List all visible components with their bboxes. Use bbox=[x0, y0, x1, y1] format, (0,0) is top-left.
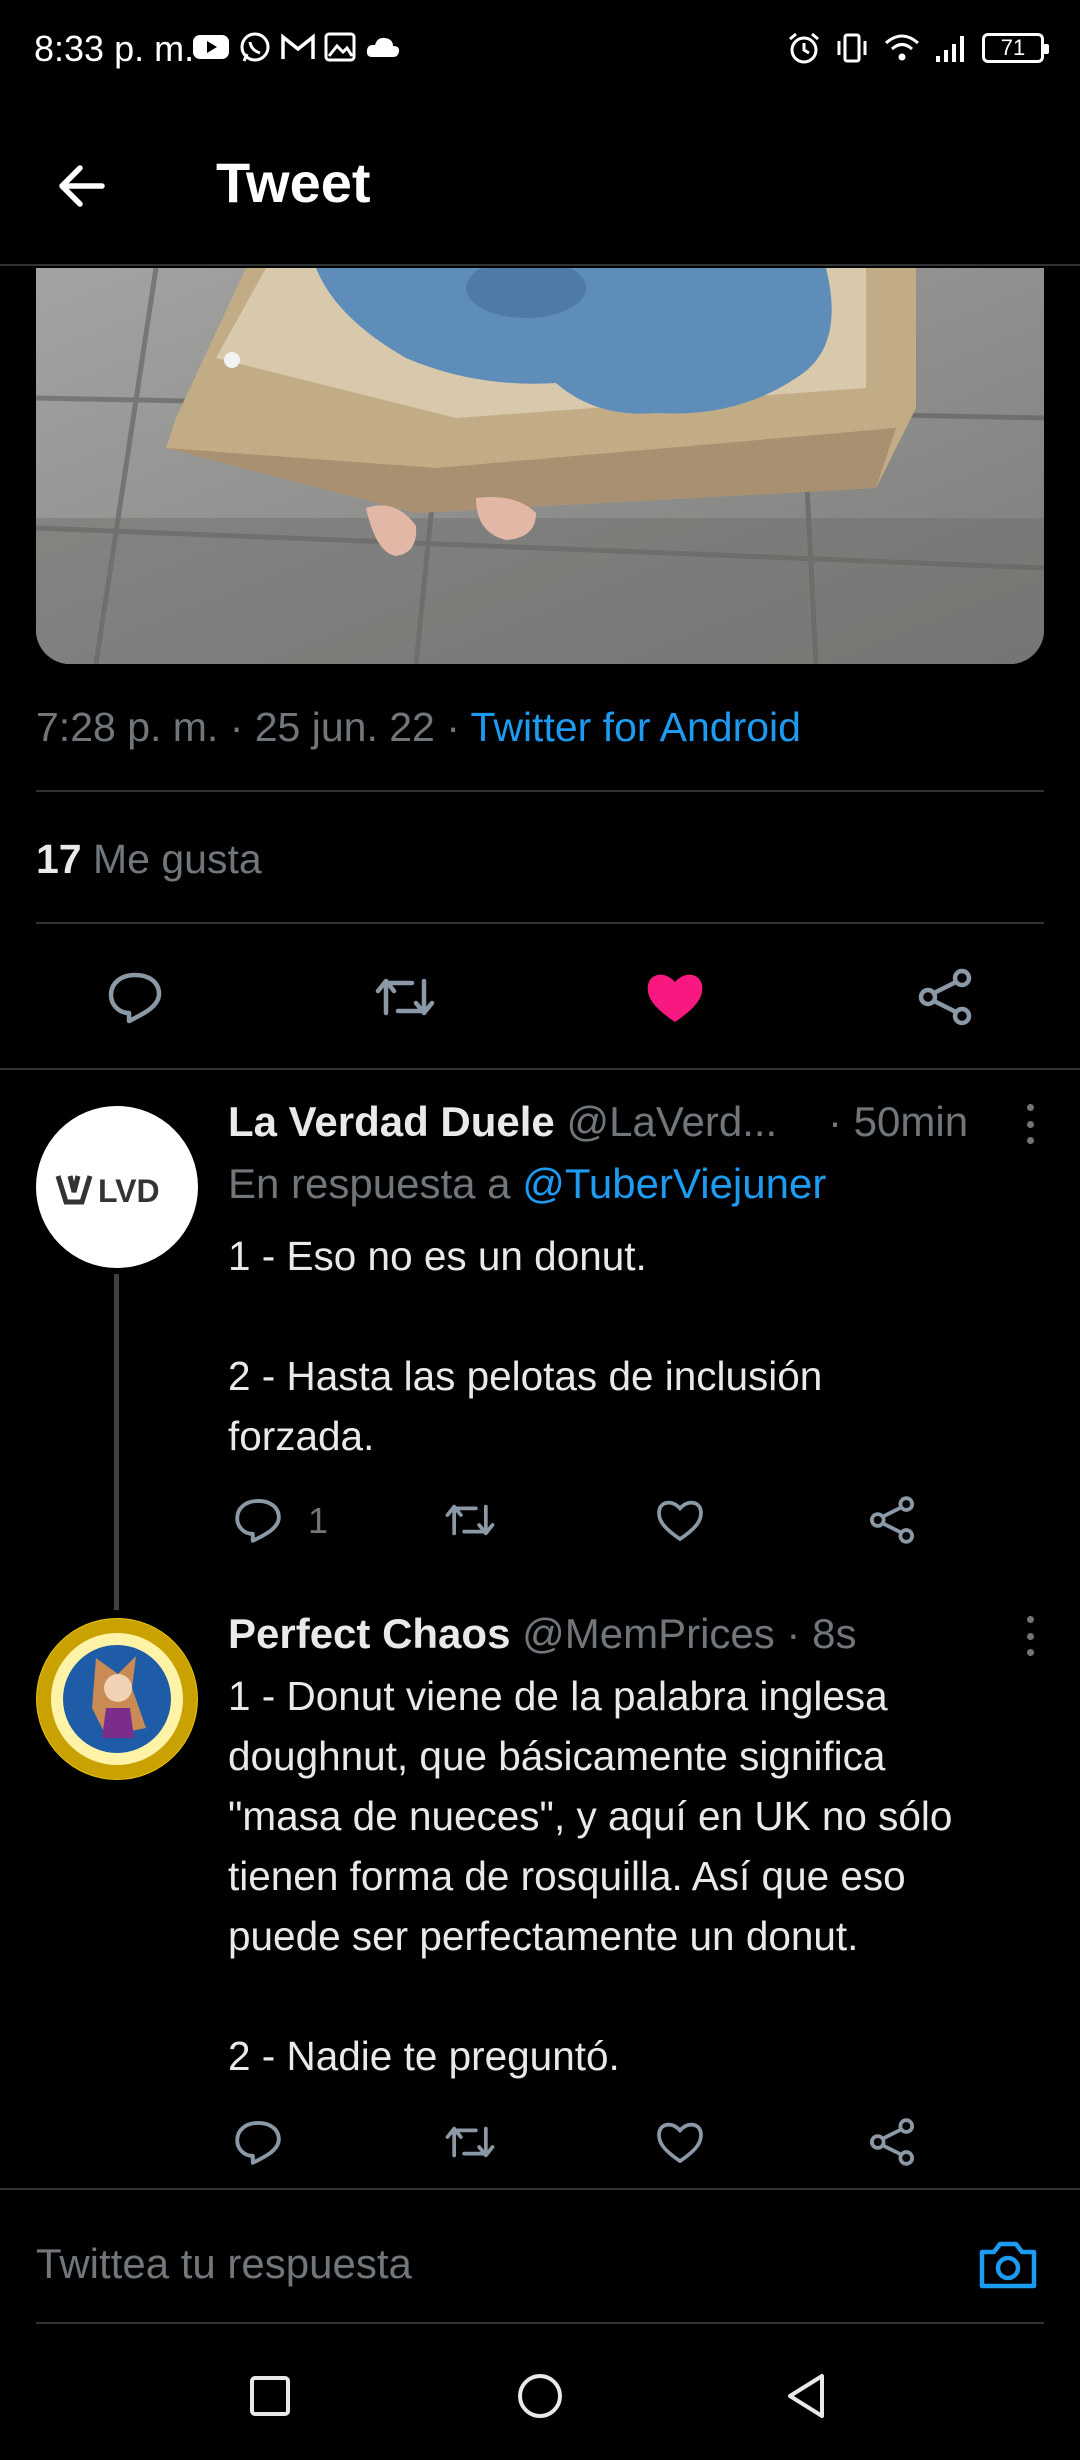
divider bbox=[36, 790, 1044, 792]
vibrate-icon bbox=[837, 33, 867, 63]
share-icon bbox=[869, 2118, 915, 2166]
gmail-icon bbox=[281, 33, 315, 59]
author-name: La Verdad Duele bbox=[228, 1098, 555, 1145]
text-line bbox=[228, 1286, 1048, 1346]
whatsapp-icon bbox=[240, 32, 270, 62]
reply-button[interactable] bbox=[100, 962, 170, 1032]
reply-button[interactable] bbox=[228, 2112, 288, 2172]
author-name: Perfect Chaos bbox=[228, 1610, 511, 1657]
tweet-timestamp: 7:28 p. m. · 25 jun. 22 · Twitter for An… bbox=[36, 704, 801, 751]
avatar[interactable]: LVD bbox=[36, 1106, 198, 1268]
app-header: Tweet bbox=[0, 100, 1080, 266]
retweet-icon bbox=[375, 978, 435, 1016]
like-button[interactable] bbox=[640, 962, 710, 1032]
more-options-icon[interactable] bbox=[1020, 1616, 1040, 1656]
reply-count: 1 bbox=[308, 1500, 329, 1541]
author-handle: @MemPrices bbox=[510, 1610, 775, 1657]
share-icon bbox=[869, 1496, 915, 1544]
status-bar: 8:33 p. m. 71 bbox=[0, 0, 1080, 100]
reply-icon bbox=[235, 2120, 281, 2165]
avatar[interactable] bbox=[36, 1618, 198, 1780]
reply-time: · 50min bbox=[828, 1098, 969, 1145]
heart-icon bbox=[657, 1500, 703, 1542]
divider bbox=[36, 922, 1044, 924]
text-line: 2 - Nadie te preguntó. bbox=[228, 2033, 620, 2079]
text-line: forzada. bbox=[228, 1413, 375, 1459]
status-time: 8:33 p. m. bbox=[34, 28, 195, 69]
timestamp-text: 7:28 p. m. · 25 jun. 22 · bbox=[36, 704, 471, 750]
share-button[interactable] bbox=[910, 962, 980, 1032]
like-button[interactable] bbox=[650, 2112, 710, 2172]
tweet-source-link[interactable]: Twitter for Android bbox=[471, 704, 801, 750]
more-options-icon[interactable] bbox=[1020, 1104, 1040, 1144]
cloud-icon bbox=[366, 37, 400, 57]
youtube-icon bbox=[193, 35, 229, 59]
system-icons: 71 bbox=[786, 30, 1049, 66]
text-line: 1 - Eso no es un donut. bbox=[228, 1233, 647, 1279]
recents-square-icon[interactable] bbox=[242, 2368, 298, 2424]
retweet-button[interactable] bbox=[440, 2112, 500, 2172]
share-button[interactable] bbox=[862, 2112, 922, 2172]
alarm-icon bbox=[789, 32, 819, 64]
share-icon bbox=[918, 968, 972, 1026]
battery-icon: 71 bbox=[982, 33, 1049, 63]
text-line: 1 - Donut viene de la palabra inglesa bbox=[228, 1673, 888, 1719]
text-line: tienen forma de rosquilla. Así que eso bbox=[228, 1853, 906, 1899]
reply-icon bbox=[235, 1498, 281, 1543]
divider bbox=[36, 2322, 1044, 2324]
likes-count: 17 bbox=[36, 836, 82, 882]
reply-text: 1 - Eso no es un donut. 2 - Hasta las pe… bbox=[228, 1226, 1048, 1466]
reply-author[interactable]: Perfect Chaos @MemPrices · 8s bbox=[228, 1610, 856, 1658]
gallery-icon bbox=[324, 32, 356, 62]
text-line bbox=[228, 1966, 1048, 2026]
likes-label: Me gusta bbox=[81, 836, 262, 882]
signal-icon bbox=[936, 36, 964, 62]
system-nav-bar bbox=[0, 2330, 1080, 2460]
text-line: "masa de nueces", y aquí en UK no sólo bbox=[228, 1793, 953, 1839]
author-handle: @LaVerd... bbox=[554, 1098, 778, 1145]
retweet-icon bbox=[445, 1504, 495, 1536]
replying-to-handle[interactable]: @TuberViejuner bbox=[522, 1160, 826, 1207]
arrow-left-icon[interactable] bbox=[52, 156, 112, 216]
replying-to: En respuesta a @TuberViejuner bbox=[228, 1160, 826, 1208]
home-circle-icon[interactable] bbox=[512, 2368, 568, 2424]
reply-icon bbox=[108, 972, 162, 1024]
main-tweet-actions bbox=[0, 962, 1080, 1042]
camera-icon[interactable] bbox=[976, 2232, 1040, 2296]
thread-connector bbox=[114, 1274, 119, 1610]
heart-filled-icon bbox=[647, 974, 703, 1022]
divider bbox=[0, 1068, 1080, 1070]
reply-author[interactable]: La Verdad Duele @LaVerd... bbox=[228, 1098, 777, 1146]
wifi-icon bbox=[885, 34, 919, 61]
likes-summary[interactable]: 17 Me gusta bbox=[36, 836, 262, 883]
reply-button[interactable] bbox=[228, 1490, 288, 1550]
text-line: 2 - Hasta las pelotas de inclusión bbox=[228, 1353, 823, 1399]
text-line: puede ser perfectamente un donut. bbox=[228, 1913, 859, 1959]
heart-icon bbox=[657, 2122, 703, 2164]
text-line: doughnut, que básicamente significa bbox=[228, 1733, 886, 1779]
reply-time: · 8s bbox=[774, 1610, 857, 1657]
retweet-button[interactable] bbox=[370, 962, 440, 1032]
page-title: Tweet bbox=[216, 151, 371, 214]
retweet-icon bbox=[445, 2126, 495, 2158]
notification-icons bbox=[192, 30, 402, 64]
share-button[interactable] bbox=[862, 1490, 922, 1550]
reply-text: 1 - Donut viene de la palabra inglesa do… bbox=[228, 1666, 1048, 2086]
avatar-logo-text: LVD bbox=[98, 1173, 160, 1209]
like-button[interactable] bbox=[650, 1490, 710, 1550]
replying-prefix: En respuesta a bbox=[228, 1160, 523, 1207]
retweet-button[interactable] bbox=[440, 1490, 500, 1550]
tweet-media-image[interactable] bbox=[36, 268, 1044, 664]
back-triangle-icon[interactable] bbox=[782, 2368, 838, 2424]
reply-compose-input[interactable]: Twittea tu respuesta bbox=[36, 2240, 412, 2288]
divider bbox=[0, 2188, 1080, 2190]
